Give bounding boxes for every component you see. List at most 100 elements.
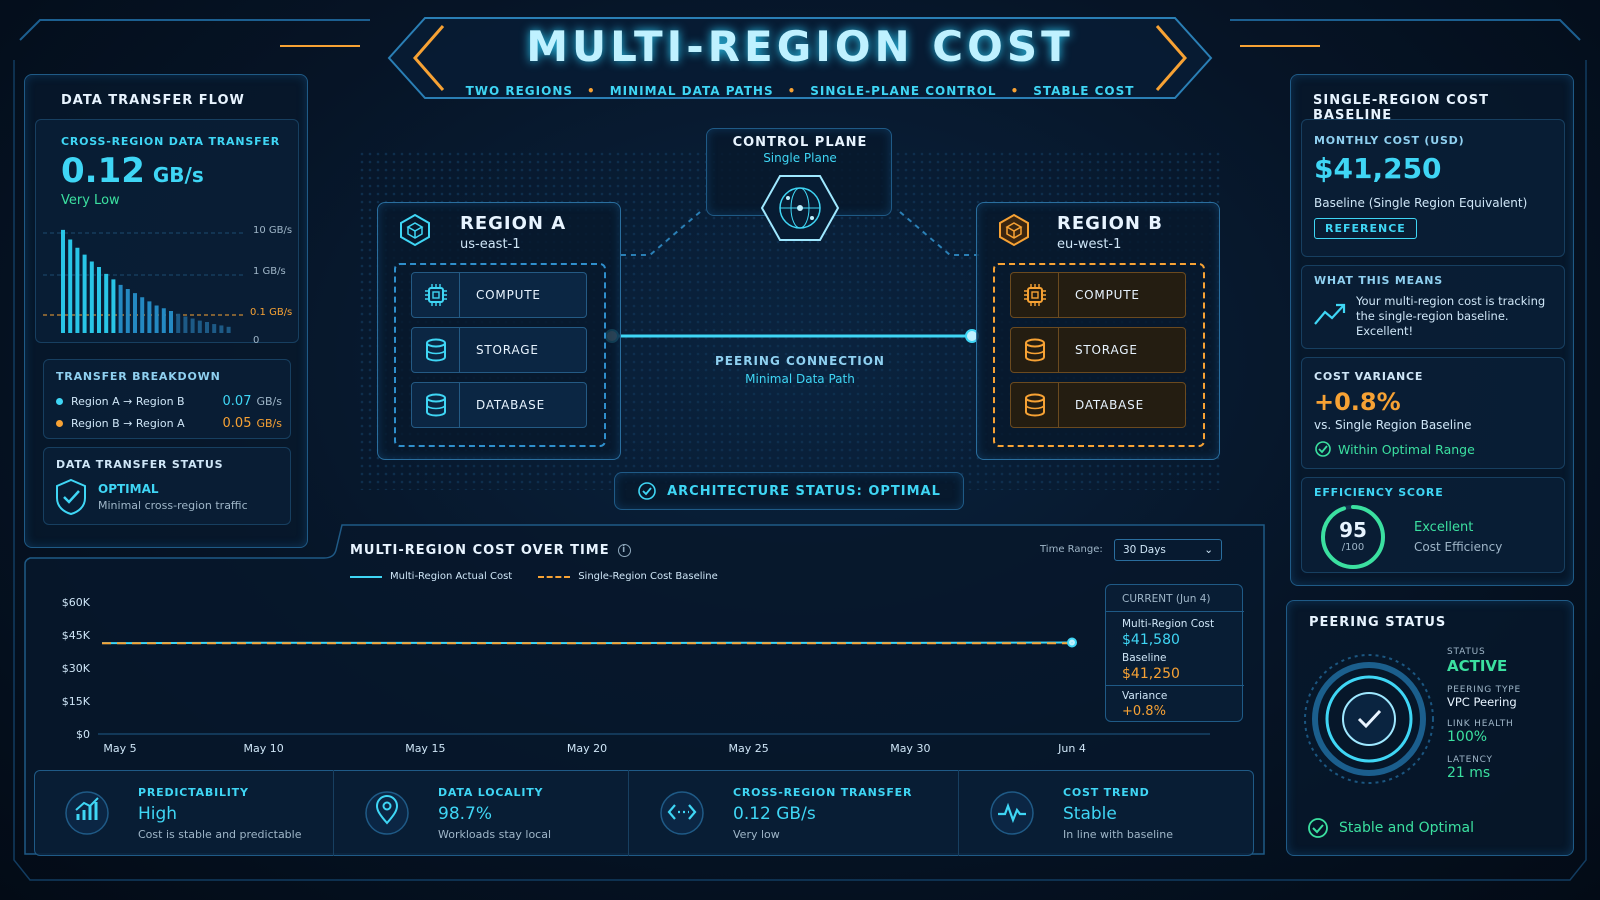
page-subtitle: TWO REGIONS • MINIMAL DATA PATHS • SINGLE-… [465,84,1135,98]
network-globe-icon [760,175,840,241]
y-tick-label: $30K [62,662,91,675]
control-plane-title: CONTROL PLANE [732,135,868,150]
service-storage[interactable]: STORAGE [411,327,587,373]
kpi-item: CROSS-REGION TRANSFER 0.12 GB/s Very low [629,770,959,856]
means-text: Your multi-region cost is tracking the s… [1356,294,1546,338]
time-range-select[interactable]: 30 Days ⌄ [1114,539,1222,561]
transfer-bar [97,267,101,333]
transfer-bar [197,320,202,333]
current-values-card: CURRENT (Jun 4) Multi-Region Cost $41,58… [1105,584,1244,722]
location-pin-icon [365,791,409,835]
transfer-arrows-icon [660,791,704,835]
transfer-label: CROSS-REGION DATA TRANSFER [61,135,280,148]
transfer-bar [176,313,181,333]
data-transfer-panel: DATA TRANSFER FLOW CROSS-REGION DATA TRA… [24,74,308,548]
transfer-breakdown-card: TRANSFER BREAKDOWN Region A → Region B 0… [43,359,291,439]
y-tick-label: $60K [62,596,91,609]
service-label: STORAGE [1075,343,1138,357]
region-a-zone: us-east-1 [460,237,521,252]
current-value: +0.8% [1122,704,1166,719]
kpi-value: Stable [1063,803,1117,824]
cpu-chip-icon [424,284,447,306]
service-database[interactable]: DATABASE [411,382,587,428]
transfer-bar [226,326,231,333]
cost-chart-header: MULTI-REGION COST OVER TIME [350,543,610,558]
y-tick-label: $15K [62,695,91,708]
breakdown-route: Region B → Region A [71,417,185,430]
info-icon[interactable]: i [617,544,631,557]
transfer-value-row: 0.12 GB/s [61,151,204,191]
peering-field-label: LATENCY [1447,755,1493,765]
subtitle-item: MINIMAL DATA PATHS [609,84,774,98]
time-range-value: 30 Days [1123,544,1166,556]
cost-line-chart: $0 $15K $30K $45K $60K May 5 May 10 May 15 May 2… [62,596,1210,755]
what-this-means-card: WHAT THIS MEANS Your multi-region cost i… [1301,265,1565,349]
peering-subtitle: Minimal Data Path [745,372,855,386]
transfer-bar [161,308,166,333]
transfer-bar [75,247,80,333]
kpi-item: COST TREND Stable In line with baseline [959,770,1254,856]
kpi-item: DATA LOCALITY 98.7% Workloads stay local [334,770,629,856]
peering-title: PEERING CONNECTION [715,354,885,368]
baseline-desc: Baseline (Single Region Equivalent) [1314,196,1528,210]
y-tick-label: $45K [62,629,91,642]
region-b-zone: eu-west-1 [1057,237,1122,252]
peering-fields: STATUS ACTIVE PEERING TYPE VPC Peering L… [1447,647,1567,781]
service-database[interactable]: DATABASE [1010,382,1186,428]
service-storage[interactable]: STORAGE [1010,327,1186,373]
transfer-bar [219,325,224,333]
current-label: Baseline [1122,652,1167,664]
service-compute[interactable]: COMPUTE [411,272,587,318]
baseline-value: $41,250 [1314,152,1442,185]
subtitle-item: SINGLE-PLANE CONTROL [810,84,997,98]
current-value: $41,580 [1122,632,1180,648]
transfer-unit: GB/s [152,163,204,187]
transfer-value: 0.12 [61,151,145,191]
kpi-desc: Very low [733,827,780,841]
chart-up-icon [65,791,109,835]
cost-chart-header-row: MULTI-REGION COST OVER TIME i [350,543,631,558]
breakdown-unit: GB/s [256,417,282,430]
legend-line-solid [350,575,382,578]
axis-label-1: 1 GB/s [253,266,286,277]
legend-item: Multi-Region Actual Cost [390,571,513,582]
database-icon [425,393,446,417]
variance-header: COST VARIANCE [1314,370,1424,383]
efficiency-card: EFFICIENCY SCORE 95 /100 Excellent Cost … [1301,477,1565,573]
transfer-level: Very Low [61,193,120,208]
peering-field-label: PEERING TYPE [1447,685,1521,695]
shield-check-icon [56,478,86,516]
reference-badge[interactable]: REFERENCE [1314,218,1417,239]
current-value: $41,250 [1122,666,1180,682]
peering-field-value: ACTIVE [1447,657,1508,675]
service-compute[interactable]: COMPUTE [1010,272,1186,318]
transfer-bar [190,318,195,333]
service-label: STORAGE [476,343,539,357]
kpi-value: 0.12 GB/s [733,803,816,824]
check-circle-icon [1308,818,1328,838]
legend-line-dashed [538,575,571,578]
y-tick-label: $0 [76,728,90,741]
storage-disk-icon [425,338,446,362]
transfer-status-header: DATA TRANSFER STATUS [56,458,224,471]
efficiency-max: /100 [1341,542,1365,553]
transfer-bar [125,289,130,333]
region-cube-icon [999,213,1029,247]
architecture-status-badge: ARCHITECTURE STATUS: OPTIMAL [614,472,964,510]
peering-field-value: 21 ms [1447,765,1491,781]
pulse-icon [990,791,1034,835]
peering-status-header: PEERING STATUS [1309,615,1447,630]
current-point-marker [1067,637,1077,648]
kpi-value: 98.7% [438,803,493,824]
axis-label-01: 0.1 GB/s [250,307,293,318]
time-range-label: Time Range: [1040,544,1103,555]
variance-status: Within Optimal Range [1338,442,1475,457]
architecture-status-text: ARCHITECTURE STATUS: OPTIMAL [667,483,941,499]
breakdown-value: 0.05 [222,416,252,431]
kpi-label: PREDICTABILITY [138,785,249,799]
current-header: CURRENT (Jun 4) [1122,593,1211,605]
peering-footer: Stable and Optimal [1339,820,1474,836]
x-tick-label: May 30 [890,742,930,755]
transfer-status-card: DATA TRANSFER STATUS OPTIMAL Minimal cro… [43,447,291,525]
efficiency-desc: Cost Efficiency [1414,540,1503,554]
